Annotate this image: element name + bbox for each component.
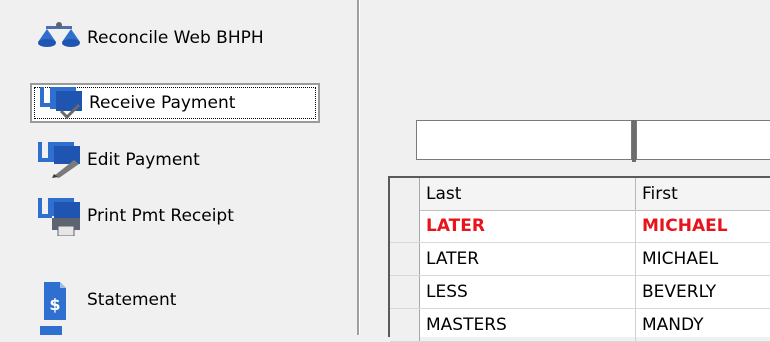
scale-icon — [34, 20, 82, 58]
cell-first[interactable]: MANDY — [637, 309, 770, 341]
nav-receive-payment[interactable]: Receive Payment — [30, 83, 320, 123]
row-selector[interactable] — [390, 210, 420, 242]
customer-grid[interactable]: Last First LATER MICHAEL LATER MICHAEL L… — [388, 176, 770, 342]
receive-payment-icon — [36, 85, 84, 123]
cell-first[interactable]: MICHAEL — [637, 210, 770, 242]
cell-last[interactable]: LESS — [421, 276, 636, 308]
row-selector[interactable] — [390, 243, 420, 275]
nav-reconcile-web-bhph[interactable]: Reconcile Web BHPH — [30, 18, 320, 58]
table-row[interactable]: LATER MICHAEL — [390, 210, 770, 243]
nav-edit-payment[interactable]: Edit Payment — [30, 140, 320, 180]
nav-print-pmt-receipt[interactable]: Print Pmt Receipt — [30, 196, 320, 237]
left-nav-panel: Reconcile Web BHPH Receive Payment Edit … — [0, 0, 330, 335]
nav-statement-label: Statement — [87, 290, 177, 310]
filter-last-input[interactable] — [416, 120, 632, 160]
cell-last[interactable]: LATER — [421, 210, 636, 242]
cell-last[interactable]: MASTERS — [421, 309, 636, 341]
column-header-last[interactable]: Last — [421, 178, 636, 210]
table-row[interactable]: LATER MICHAEL — [390, 243, 770, 276]
table-row[interactable]: MASTERS MANDY — [390, 309, 770, 342]
row-selector[interactable] — [390, 309, 420, 341]
cell-last[interactable]: LATER — [421, 243, 636, 275]
table-row[interactable]: LESS BEVERLY — [390, 276, 770, 309]
statement-icon: $ — [34, 282, 82, 320]
grid-header-row: Last First — [390, 178, 770, 211]
nav-receive-label: Receive Payment — [89, 93, 236, 113]
edit-payment-icon — [34, 142, 82, 180]
column-header-first[interactable]: First — [637, 178, 770, 210]
nav-statement[interactable]: $ Statement — [30, 280, 320, 320]
cell-first[interactable]: BEVERLY — [637, 276, 770, 308]
filter-first-input[interactable] — [636, 120, 770, 160]
nav-edit-label: Edit Payment — [87, 150, 200, 170]
nav-reconcile-label: Reconcile Web BHPH — [87, 28, 264, 48]
row-selector[interactable] — [390, 276, 420, 308]
next-nav-icon-partial — [40, 326, 62, 335]
cell-first[interactable]: MICHAEL — [637, 243, 770, 275]
print-receipt-icon — [34, 198, 82, 237]
row-selector-header — [390, 178, 420, 210]
nav-print-label: Print Pmt Receipt — [87, 206, 234, 226]
svg-text:$: $ — [49, 295, 60, 314]
panel-divider[interactable] — [357, 0, 360, 335]
